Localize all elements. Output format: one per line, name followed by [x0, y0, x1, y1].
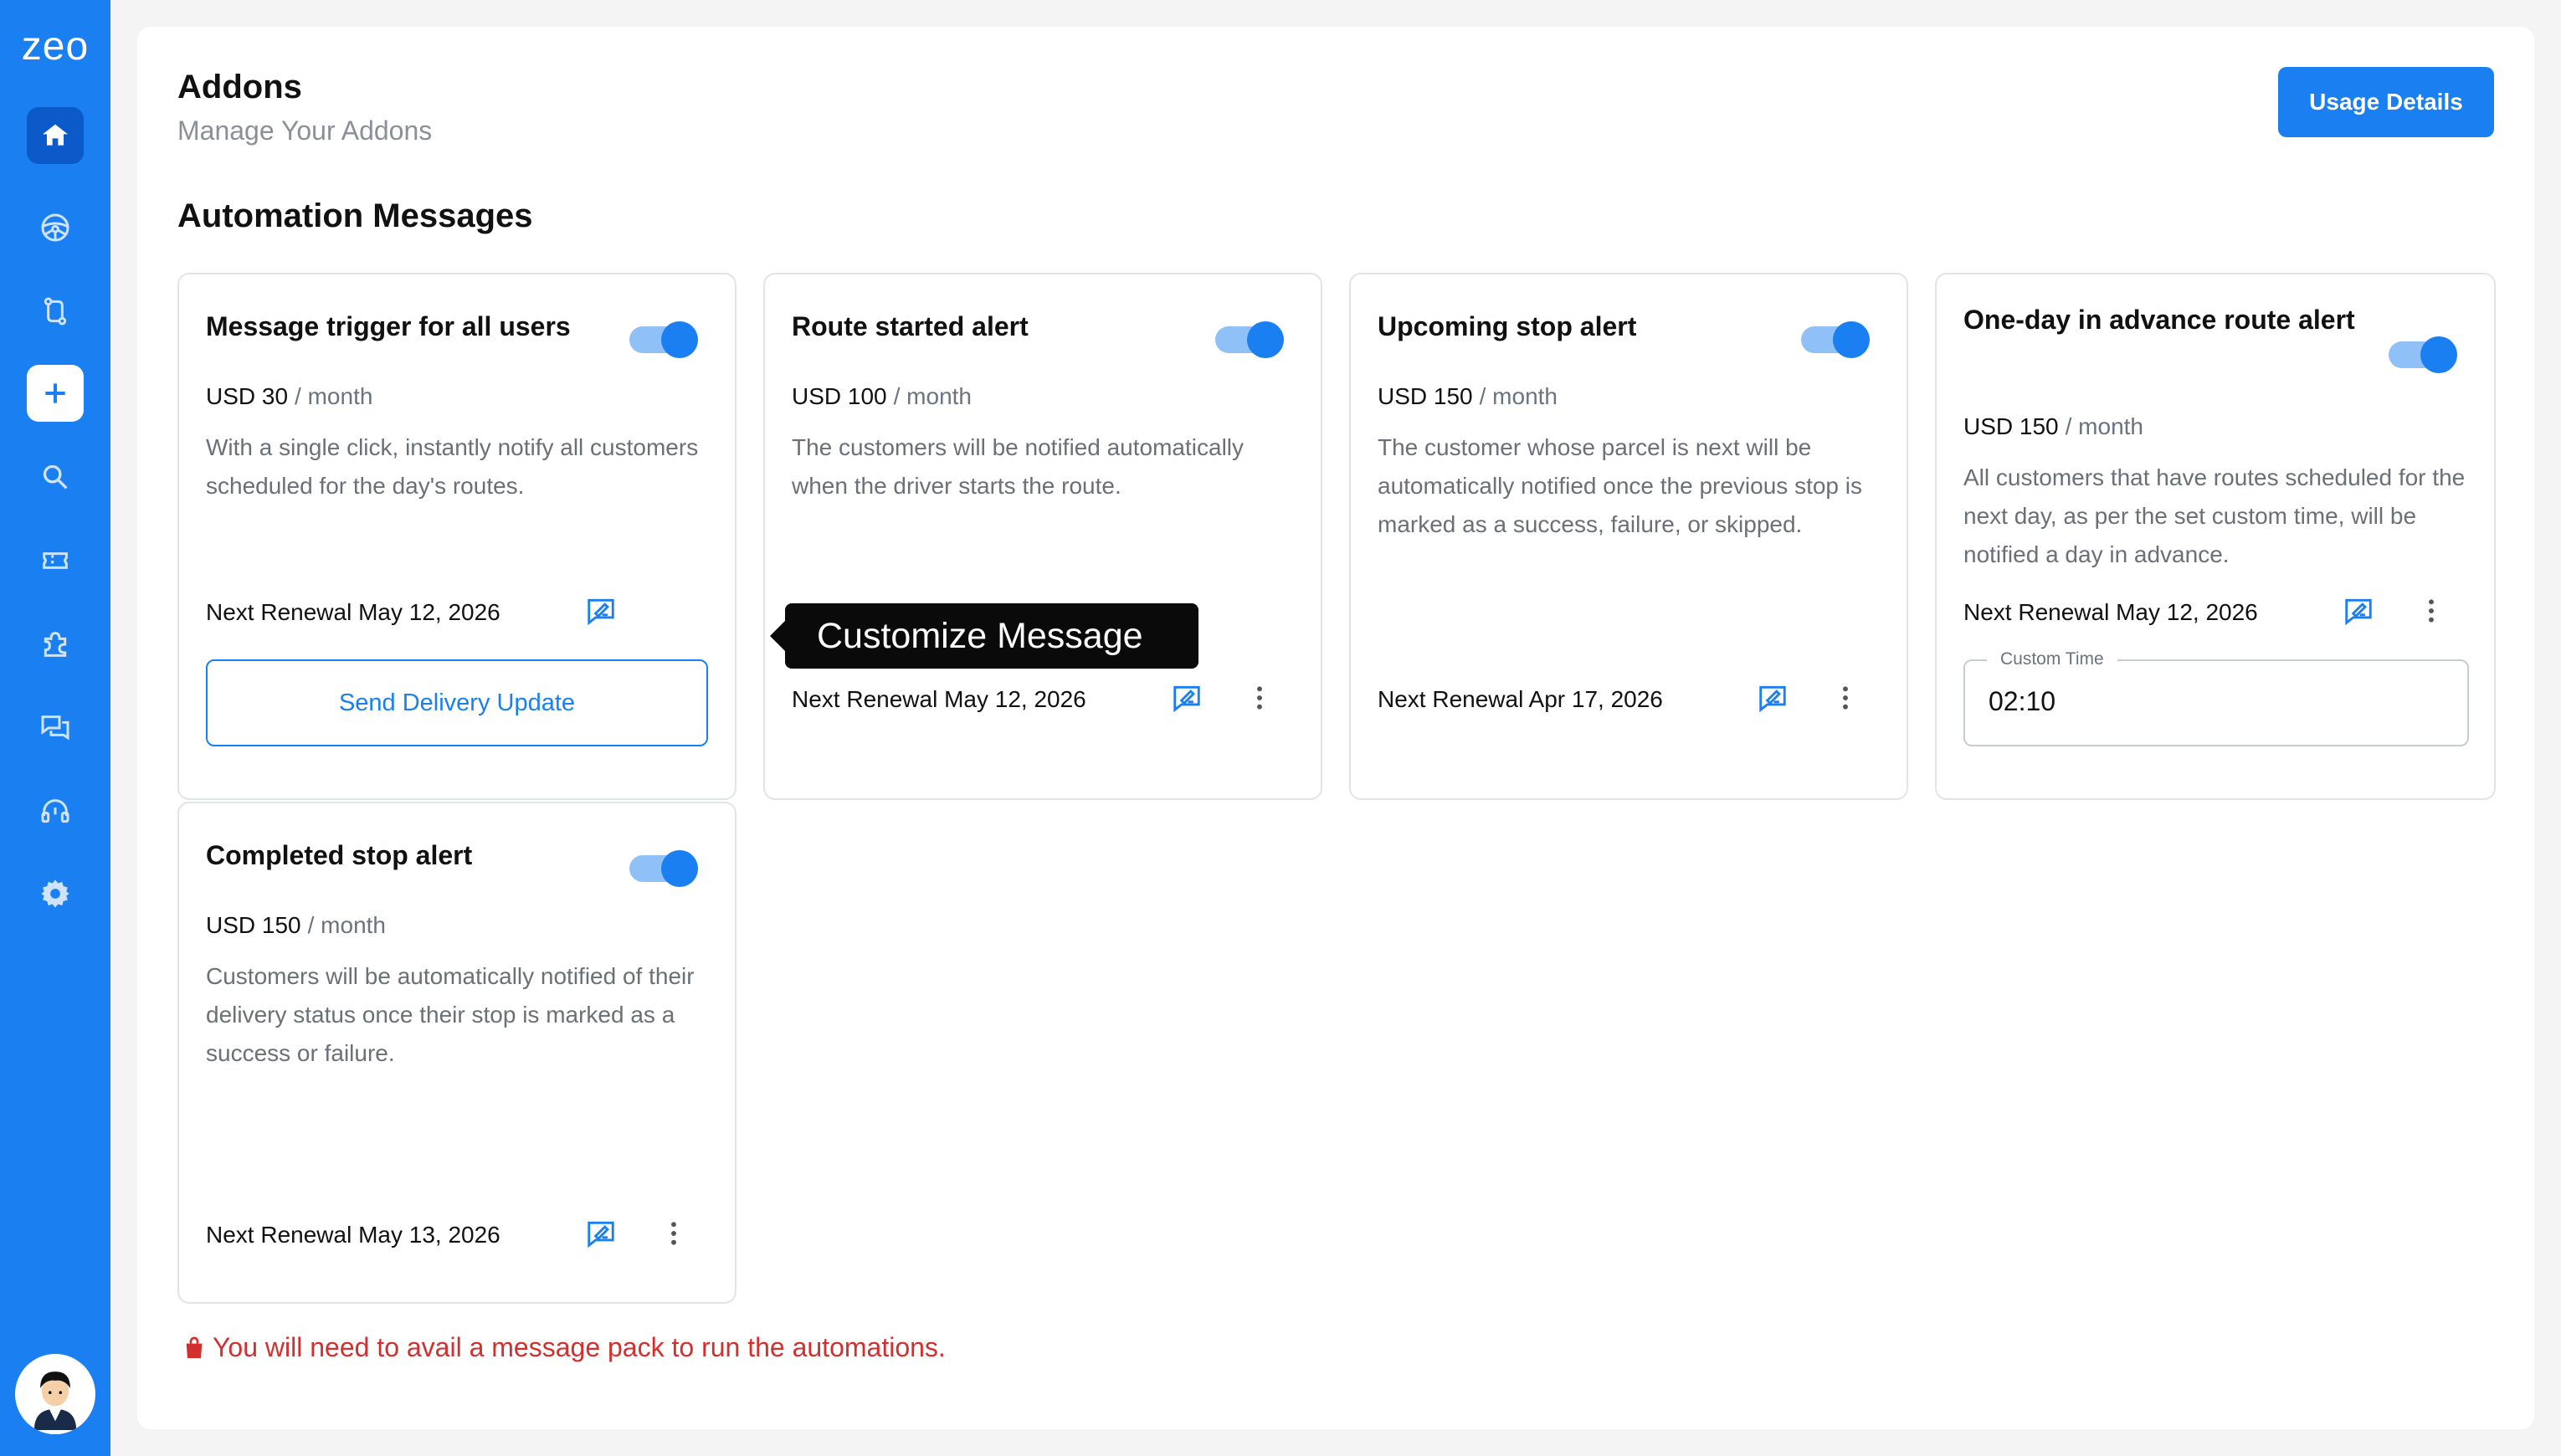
warning-text: You will need to avail a message pack to… — [213, 1332, 946, 1362]
card-title: Upcoming stop alert — [1378, 311, 1637, 341]
search-icon[interactable] — [27, 449, 84, 505]
more-vertical-icon[interactable] — [2419, 594, 2444, 628]
card-price: USD 150/ month — [1963, 413, 2144, 439]
card-renewal: Next Renewal May 12, 2026 — [206, 599, 500, 625]
addon-toggle[interactable] — [1215, 321, 1284, 358]
route-icon[interactable] — [27, 283, 84, 340]
card-price: USD 150/ month — [1378, 383, 1558, 409]
card-description: All customers that have routes scheduled… — [1963, 464, 2466, 567]
home-icon[interactable] — [27, 107, 84, 164]
addon-card-route-started: Route started alert USD 100/ month The c… — [763, 273, 1322, 800]
zeo-logo[interactable]: zeo — [15, 25, 95, 69]
main-panel: Addons Manage Your Addons Usage Details … — [137, 27, 2534, 1429]
ticket-icon[interactable] — [27, 532, 84, 589]
card-price: USD 150/ month — [206, 912, 387, 938]
page-subtitle: Manage Your Addons — [177, 115, 433, 146]
card-title: Message trigger for all users — [206, 311, 571, 341]
message-pack-warning: You will need to avail a message pack to… — [181, 1332, 946, 1363]
page-title: Addons — [177, 69, 302, 105]
addon-card-message-trigger: Message trigger for all users USD 30/ mo… — [177, 273, 736, 800]
puzzle-icon[interactable] — [27, 616, 84, 673]
sidebar: zeo — [0, 0, 110, 1456]
gear-icon[interactable] — [27, 865, 84, 922]
edit-message-icon[interactable] — [1756, 681, 1789, 715]
custom-time-label: Custom Time — [1987, 649, 2117, 669]
edit-message-icon[interactable] — [1170, 681, 1204, 715]
card-description: Customers will be automatically notified… — [206, 963, 695, 1066]
more-vertical-icon[interactable] — [661, 1217, 686, 1250]
more-vertical-icon[interactable] — [1247, 681, 1272, 715]
edit-message-icon[interactable] — [584, 1217, 618, 1250]
headset-icon[interactable] — [27, 783, 84, 840]
more-vertical-icon[interactable] — [1833, 681, 1858, 715]
customize-message-tooltip: Customize Message — [770, 603, 1198, 669]
steering-wheel-icon[interactable] — [27, 199, 84, 256]
addon-card-one-day-advance: One-day in advance route alert USD 150/ … — [1935, 273, 2496, 800]
addon-card-upcoming-stop: Upcoming stop alert USD 150/ month The c… — [1349, 273, 1908, 800]
card-renewal: Next Renewal May 12, 2026 — [1963, 599, 2258, 625]
card-renewal: Next Renewal May 12, 2026 — [792, 686, 1086, 712]
card-title: One-day in advance route alert — [1963, 305, 2355, 335]
card-renewal: Next Renewal Apr 17, 2026 — [1378, 686, 1663, 712]
edit-message-icon[interactable] — [2342, 594, 2375, 628]
card-renewal: Next Renewal May 13, 2026 — [206, 1222, 500, 1248]
plus-icon[interactable] — [27, 365, 84, 422]
chat-icon[interactable] — [27, 700, 84, 756]
shopping-bag-icon — [186, 1336, 203, 1358]
card-title: Route started alert — [792, 311, 1029, 341]
card-description: The customers will be notified automatic… — [792, 434, 1245, 499]
card-description: With a single click, instantly notify al… — [206, 434, 699, 499]
avatar[interactable] — [15, 1354, 95, 1434]
send-delivery-update-button[interactable]: Send Delivery Update — [206, 659, 708, 746]
addon-toggle[interactable] — [2389, 336, 2457, 373]
card-title: Completed stop alert — [206, 840, 473, 870]
card-price: USD 30/ month — [206, 383, 373, 409]
addon-card-completed-stop: Completed stop alert USD 150/ month Cust… — [177, 802, 736, 1304]
section-title: Automation Messages — [177, 197, 533, 234]
card-description: The customer whose parcel is next will b… — [1378, 434, 1862, 537]
edit-message-icon[interactable] — [584, 594, 618, 628]
card-price: USD 100/ month — [792, 383, 973, 409]
usage-details-button[interactable]: Usage Details — [2278, 67, 2494, 137]
addon-toggle[interactable] — [1801, 321, 1870, 358]
addon-toggle[interactable] — [629, 850, 698, 887]
custom-time-value: 02:10 — [1989, 686, 2056, 716]
custom-time-input[interactable]: Custom Time 02:10 — [1963, 649, 2469, 746]
addon-toggle[interactable] — [629, 321, 698, 358]
